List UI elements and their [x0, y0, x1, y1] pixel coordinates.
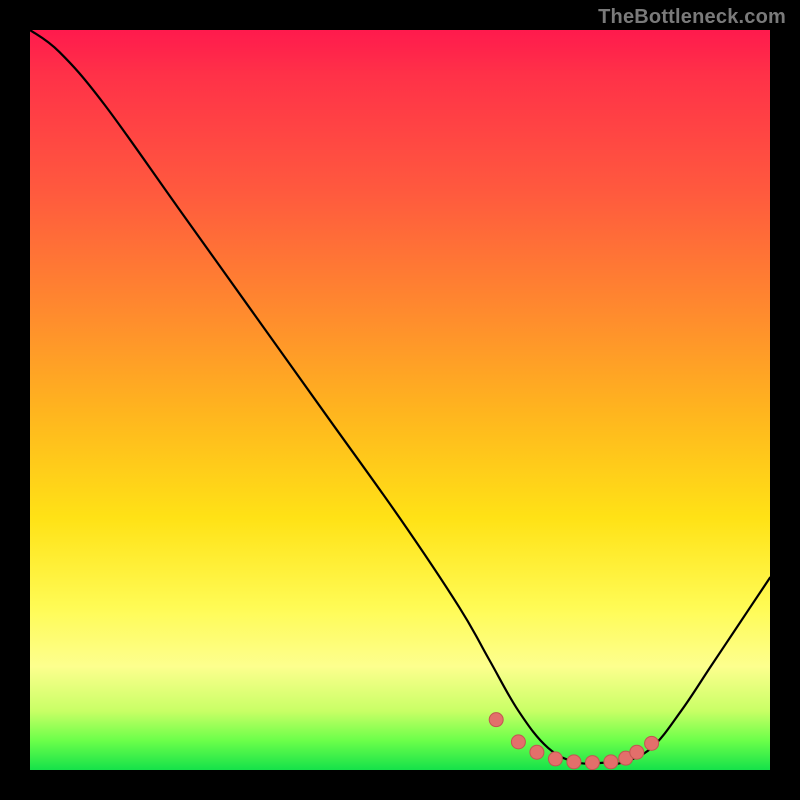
- plot-area: [30, 30, 770, 770]
- curve-group: [30, 30, 770, 764]
- sweet-spot-dot: [604, 755, 618, 769]
- sweet-spot-markers: [489, 713, 658, 770]
- sweet-spot-dot: [630, 745, 644, 759]
- watermark-text: TheBottleneck.com: [598, 6, 786, 29]
- sweet-spot-dot: [548, 752, 562, 766]
- sweet-spot-dot: [530, 745, 544, 759]
- sweet-spot-dot: [585, 756, 599, 770]
- bottleneck-chart: [30, 30, 770, 770]
- sweet-spot-dot: [645, 736, 659, 750]
- bottleneck-curve: [30, 30, 770, 764]
- chart-frame: TheBottleneck.com: [0, 0, 800, 800]
- sweet-spot-dot: [567, 755, 581, 769]
- sweet-spot-dot: [489, 713, 503, 727]
- sweet-spot-dot: [511, 735, 525, 749]
